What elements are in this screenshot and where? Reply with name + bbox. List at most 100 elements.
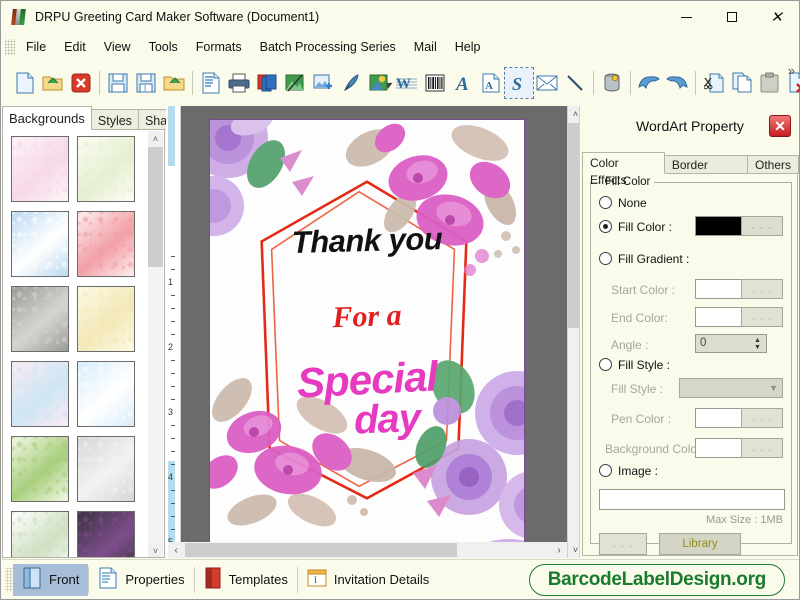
thumbnail-grid — [3, 130, 149, 558]
tab-border-effect[interactable]: Border Effect — [664, 155, 748, 174]
page-setup-icon[interactable] — [197, 68, 225, 98]
library-button[interactable]: Library — [659, 533, 741, 555]
background-icon[interactable] — [281, 68, 309, 98]
vertical-ruler: 12345 — [166, 106, 181, 558]
background-baby-items[interactable] — [77, 136, 135, 202]
close-panel-button[interactable]: ✕ — [769, 115, 791, 137]
tab-others[interactable]: Others — [747, 155, 799, 174]
maximize-button[interactable] — [709, 1, 754, 33]
start-color-browse-button[interactable]: . . . — [741, 279, 783, 299]
statusbar-button-templates[interactable]: Templates — [195, 564, 297, 596]
menu-batch-processing-series[interactable]: Batch Processing Series — [251, 36, 405, 58]
ruler-tick — [171, 490, 175, 491]
image-path-input[interactable] — [599, 489, 785, 510]
barcode-icon[interactable] — [421, 68, 449, 98]
save-icon[interactable] — [104, 68, 132, 98]
background-pine-trees[interactable] — [11, 436, 69, 502]
thumbnail-pattern — [78, 362, 134, 426]
radio-fill-color[interactable] — [599, 220, 612, 233]
save-as-icon[interactable]: I — [132, 68, 160, 98]
canvas-scroll-right-button[interactable]: › — [551, 542, 567, 558]
close-document-icon[interactable] — [67, 68, 95, 98]
tab-color-effects[interactable]: Color Effects — [582, 152, 665, 174]
statusbar-grip-handle[interactable] — [5, 568, 13, 592]
thumbnail-scrollbar[interactable]: ˄ ˅ — [148, 131, 163, 558]
new-document-icon[interactable] — [11, 68, 39, 98]
text-icon[interactable]: A — [449, 68, 477, 98]
ruler-tick — [171, 360, 175, 361]
database-icon[interactable] — [598, 68, 626, 98]
copy-icon[interactable] — [728, 68, 756, 98]
background-stone-wall[interactable] — [11, 286, 69, 352]
background-fireworks-dark[interactable] — [77, 511, 135, 558]
menu-view[interactable]: View — [95, 36, 140, 58]
cut-icon[interactable] — [700, 68, 728, 98]
text-frame-icon[interactable]: A — [477, 68, 505, 98]
background-floral-pastel[interactable] — [11, 361, 69, 427]
canvas-horizontal-scrollbar[interactable]: ‹ › — [168, 542, 567, 558]
chevron-down-icon[interactable]: ▾ — [385, 78, 391, 92]
redo-icon[interactable] — [663, 68, 691, 98]
background-heart-grey[interactable] — [77, 436, 135, 502]
background-color-browse-button[interactable]: . . . — [741, 438, 783, 458]
fill-color-browse-button[interactable]: . . . — [741, 216, 783, 236]
canvas-horizontal-scroll-thumb[interactable] — [185, 543, 457, 557]
card-front-icon — [22, 567, 42, 592]
wordart-icon[interactable]: W — [393, 68, 421, 98]
thumbnail-scroll-thumb[interactable] — [148, 147, 163, 267]
statusbar-button-properties[interactable]: Properties — [89, 564, 193, 596]
fill-style-dropdown[interactable]: ▼ — [679, 378, 783, 398]
menu-mail[interactable]: Mail — [405, 36, 446, 58]
background-thumbnail-list: ˄ ˅ — [2, 129, 165, 558]
background-snowflake-blue[interactable] — [77, 361, 135, 427]
background-strawberry[interactable] — [77, 211, 135, 277]
background-baby-pink[interactable] — [11, 136, 69, 202]
background-confetti-cream[interactable] — [77, 286, 135, 352]
envelope-icon[interactable] — [533, 68, 561, 98]
statusbar-button-front[interactable]: Front — [13, 564, 88, 596]
export-folder-icon[interactable] — [160, 68, 188, 98]
line-tool-icon[interactable] — [561, 68, 589, 98]
thumbnail-pattern — [12, 362, 68, 426]
pen-tool-icon[interactable] — [337, 68, 365, 98]
image-browse-button[interactable]: . . . — [599, 533, 647, 555]
greeting-card-preview[interactable]: Thank you For a Special day — [209, 119, 525, 551]
menu-grip-handle[interactable] — [5, 39, 15, 55]
toolbar-overflow-button[interactable]: » — [788, 63, 795, 78]
thumbnail-scroll-down-button[interactable]: ˅ — [148, 543, 163, 558]
angle-stepper[interactable]: 0 ▲▼ — [695, 334, 767, 353]
card-canvas[interactable]: Thank you For a Special day — [181, 106, 567, 558]
thumbnail-pattern — [12, 437, 68, 501]
menu-help[interactable]: Help — [446, 36, 490, 58]
close-button[interactable]: ✕ — [754, 1, 799, 33]
open-folder-icon[interactable] — [39, 68, 67, 98]
card-layers-icon[interactable] — [253, 68, 281, 98]
tab-styles[interactable]: Styles — [91, 109, 139, 130]
pen-color-browse-button[interactable]: . . . — [741, 408, 783, 428]
radio-none[interactable] — [599, 196, 612, 209]
statusbar-button-invitation-details[interactable]: I Invitation Details — [298, 564, 438, 596]
panel-title: WordArt Property — [580, 118, 800, 134]
end-color-browse-button[interactable]: . . . — [741, 307, 783, 327]
angle-spinner-buttons[interactable]: ▲▼ — [751, 336, 764, 352]
paste-icon[interactable] — [756, 68, 784, 98]
menu-file[interactable]: File — [17, 36, 55, 58]
minimize-button[interactable] — [664, 1, 709, 33]
radio-fill-style[interactable] — [599, 358, 612, 371]
menu-edit[interactable]: Edit — [55, 36, 95, 58]
print-icon[interactable] — [225, 68, 253, 98]
menu-formats[interactable]: Formats — [187, 36, 251, 58]
radio-fill-gradient[interactable] — [599, 252, 612, 265]
shapes-icon[interactable]: ▾ — [365, 68, 393, 98]
background-leaf-white[interactable] — [11, 511, 69, 558]
undo-icon[interactable] — [635, 68, 663, 98]
canvas-scroll-left-button[interactable]: ‹ — [168, 542, 184, 558]
radio-image[interactable] — [599, 464, 612, 477]
thumbnail-scroll-up-button[interactable]: ˄ — [148, 131, 163, 146]
ruler-tick — [171, 516, 175, 517]
signature-icon[interactable]: S — [505, 68, 533, 98]
background-clouds-sky[interactable] — [11, 211, 69, 277]
tab-backgrounds[interactable]: Backgrounds — [2, 106, 92, 130]
insert-image-icon[interactable] — [309, 68, 337, 98]
menu-tools[interactable]: Tools — [140, 36, 187, 58]
